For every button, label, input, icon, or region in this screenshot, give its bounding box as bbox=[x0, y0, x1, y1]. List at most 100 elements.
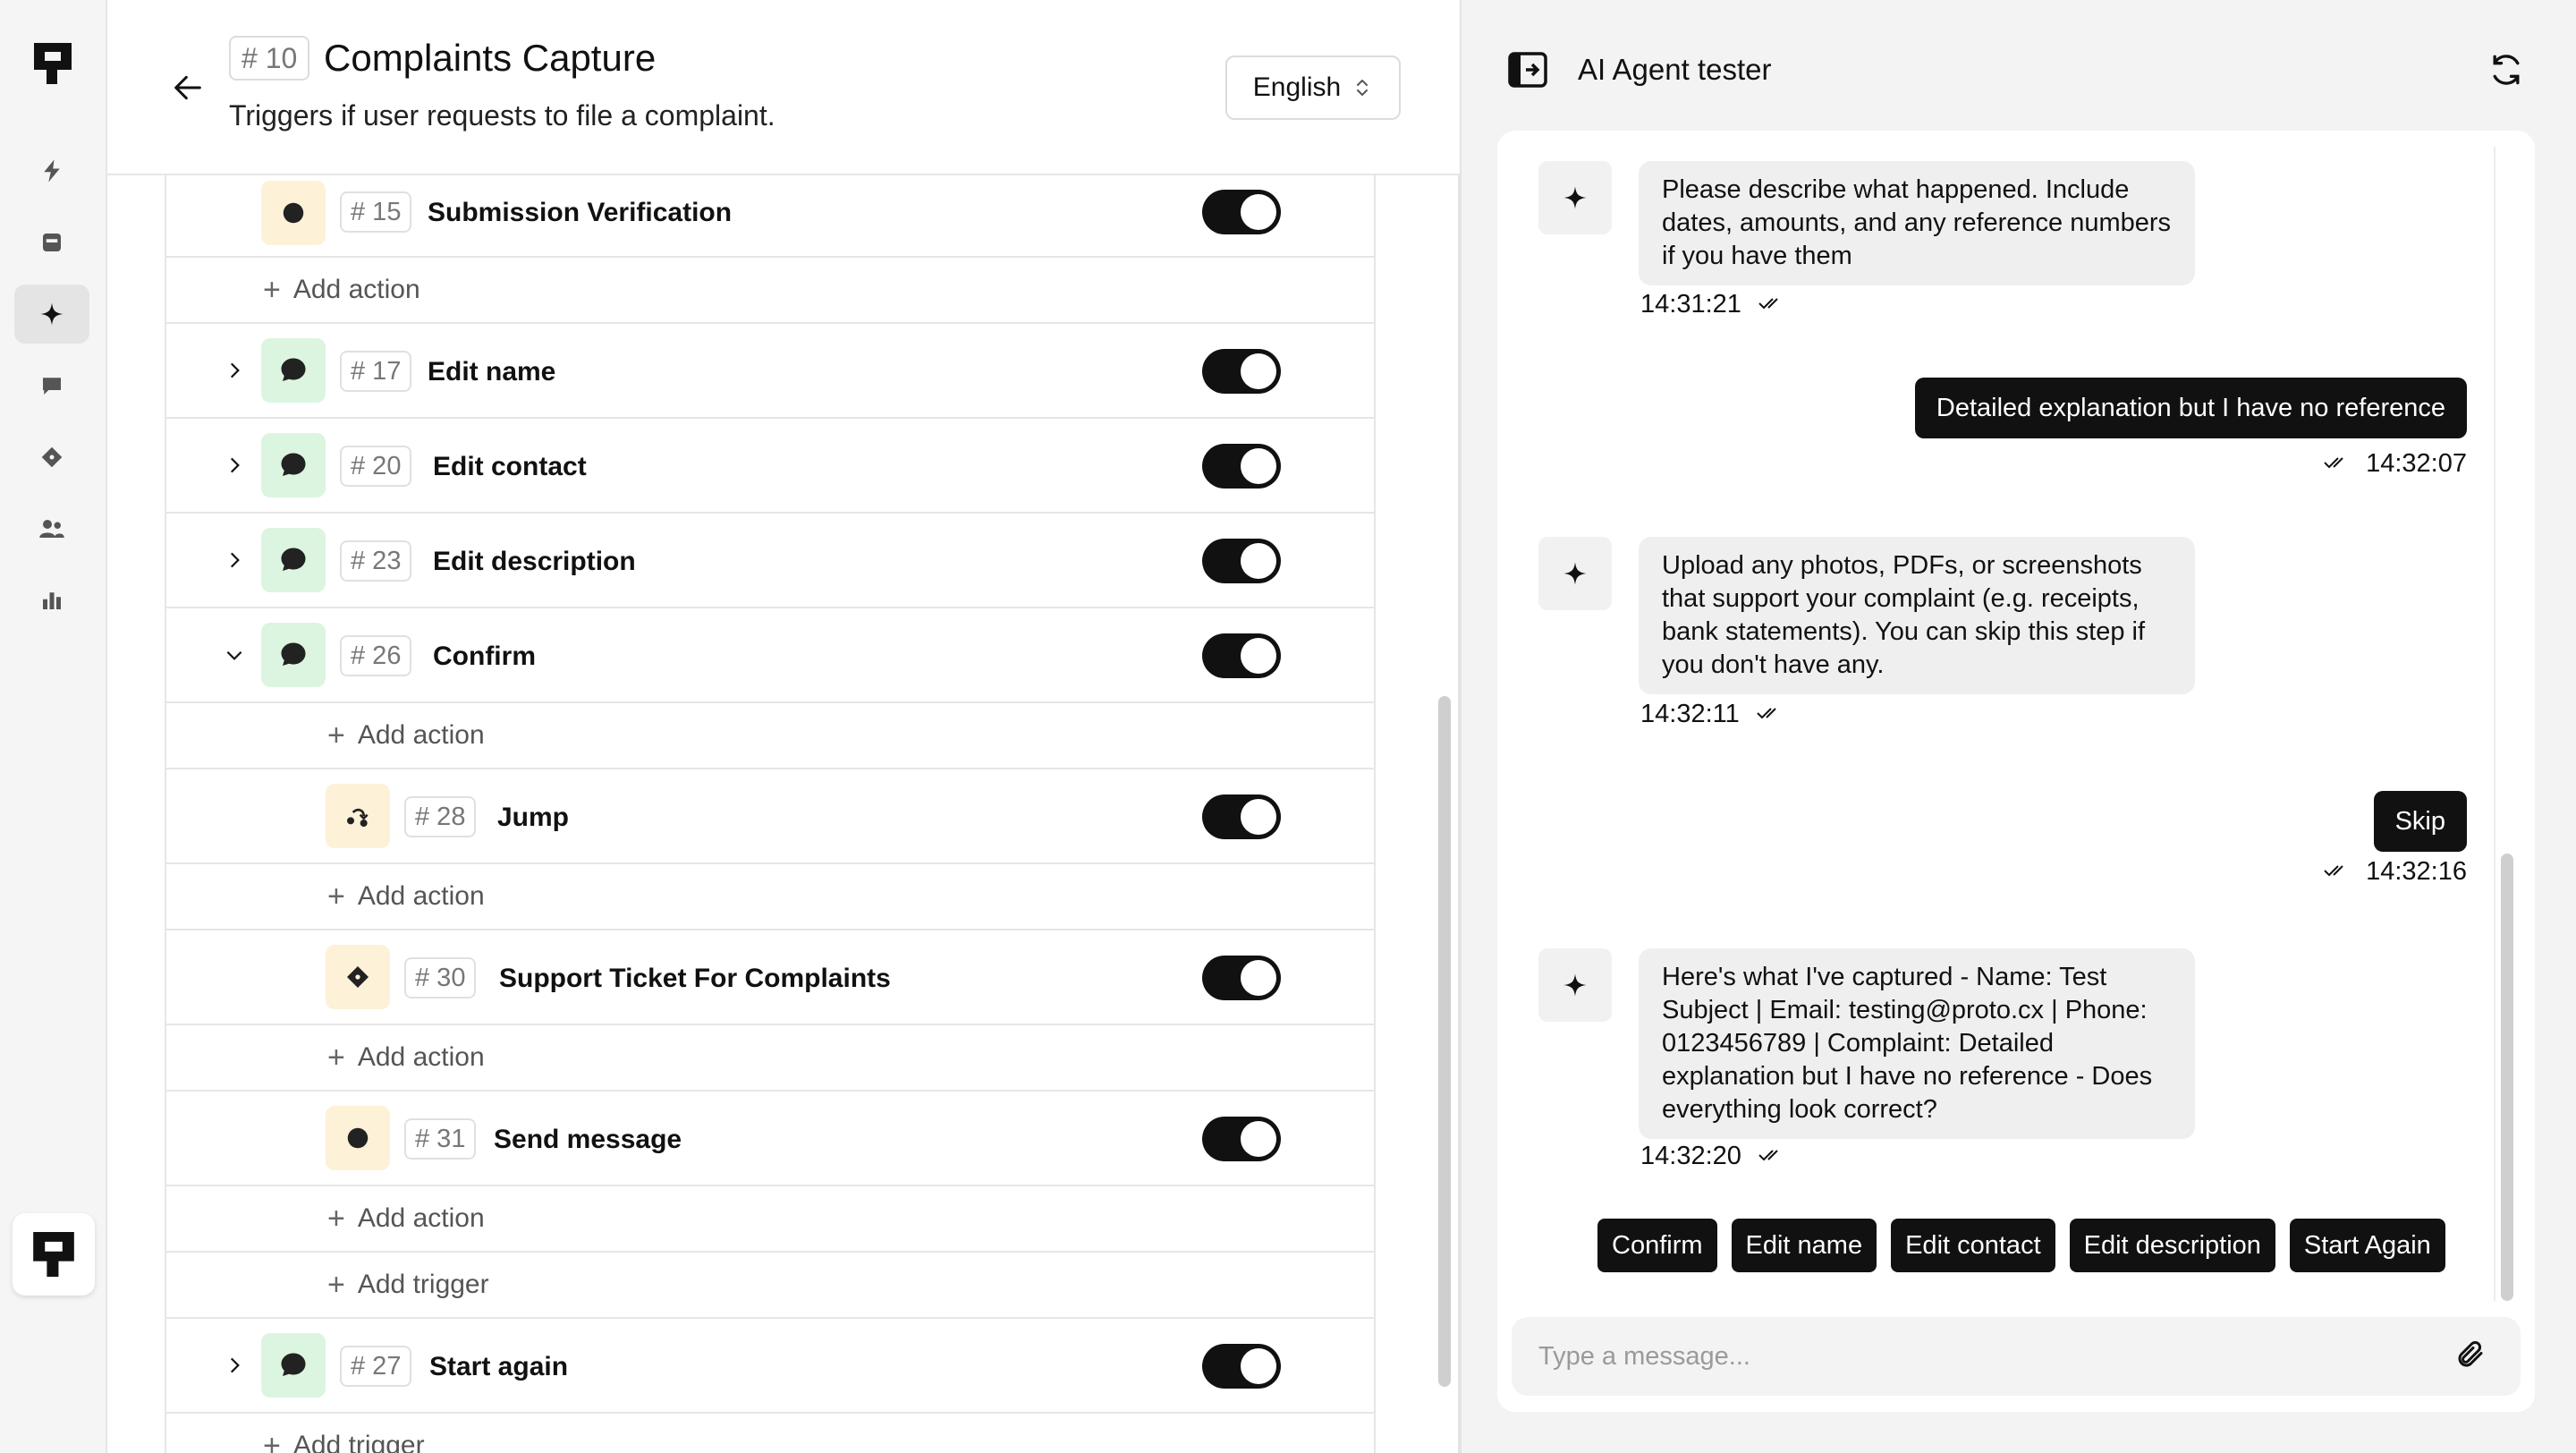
action-number: # 28 bbox=[404, 796, 477, 837]
action-row[interactable]: # 15 Submission Verification bbox=[166, 175, 1374, 258]
quick-reply-start-again[interactable]: Start Again bbox=[2289, 1219, 2445, 1272]
trigger-action-list: # 15 Submission Verification + Add action… bbox=[165, 175, 1376, 1453]
trigger-row[interactable]: # 26 Confirm bbox=[166, 608, 1374, 703]
message-meta: 14:32:20 bbox=[1640, 1140, 1784, 1172]
chat-bubble-icon bbox=[261, 623, 326, 687]
back-button[interactable] bbox=[168, 68, 208, 107]
trigger-number: # 20 bbox=[340, 446, 412, 487]
double-check-icon bbox=[2323, 855, 2350, 888]
trigger-name: Edit description bbox=[433, 547, 636, 576]
add-action-label: Add action bbox=[357, 1042, 485, 1072]
chevron-right-icon[interactable] bbox=[222, 453, 247, 478]
jump-icon bbox=[326, 784, 390, 848]
inbox-icon[interactable] bbox=[14, 213, 89, 272]
ticket-icon bbox=[326, 945, 390, 1009]
add-action-button[interactable]: + Add action bbox=[166, 1186, 1374, 1253]
action-number: # 15 bbox=[340, 191, 412, 233]
trigger-number: # 27 bbox=[340, 1346, 412, 1387]
trigger-row[interactable]: # 20 Edit contact bbox=[166, 419, 1374, 514]
action-row[interactable]: # 28 Jump bbox=[166, 769, 1374, 864]
ai-agent-tester-panel: AI Agent tester Please describe what hap… bbox=[1462, 0, 2576, 1453]
chevron-right-icon[interactable] bbox=[222, 358, 247, 383]
action-number: # 30 bbox=[404, 957, 477, 998]
enable-toggle[interactable] bbox=[1202, 190, 1281, 234]
action-name: Send message bbox=[494, 1125, 682, 1154]
users-icon[interactable] bbox=[14, 499, 89, 558]
trigger-row[interactable]: # 23 Edit description bbox=[166, 514, 1374, 608]
message-input[interactable] bbox=[1538, 1333, 2415, 1380]
double-check-icon bbox=[2323, 447, 2350, 480]
action-row[interactable]: # 31 Send message bbox=[166, 1092, 1374, 1186]
add-action-button[interactable]: + Add action bbox=[166, 703, 1374, 769]
quick-reply-edit-name[interactable]: Edit name bbox=[1731, 1219, 1877, 1272]
message-time: 14:32:20 bbox=[1640, 1142, 1741, 1170]
message-meta: 14:31:21 bbox=[1640, 288, 1784, 320]
paperclip-icon[interactable] bbox=[2454, 1338, 2490, 1374]
trigger-row[interactable]: # 27 Start again bbox=[166, 1319, 1374, 1414]
trigger-name: Edit contact bbox=[433, 452, 587, 481]
page-subtitle: Triggers if user requests to file a comp… bbox=[229, 99, 775, 132]
chat-scrollbar-track bbox=[2494, 147, 2496, 1301]
ai-message: Here's what I've captured - Name: Test S… bbox=[1639, 948, 2195, 1139]
message-icon bbox=[261, 181, 326, 245]
chevron-down-icon[interactable] bbox=[222, 642, 247, 667]
flow-number-badge: # 10 bbox=[229, 36, 310, 81]
message-time: 14:31:21 bbox=[1640, 290, 1741, 319]
enable-toggle[interactable] bbox=[1202, 444, 1281, 489]
bar-chart-icon[interactable] bbox=[14, 571, 89, 630]
message-time: 14:32:07 bbox=[2366, 449, 2467, 478]
panel-toggle-icon[interactable] bbox=[1508, 52, 1547, 88]
trigger-number: # 26 bbox=[340, 635, 412, 676]
enable-toggle[interactable] bbox=[1202, 633, 1281, 678]
add-action-button[interactable]: + Add action bbox=[166, 1025, 1374, 1092]
action-row[interactable]: # 30 Support Ticket For Complaints bbox=[166, 930, 1374, 1025]
quick-reply-edit-contact[interactable]: Edit contact bbox=[1891, 1219, 2055, 1272]
action-name: Jump bbox=[497, 803, 570, 832]
enable-toggle[interactable] bbox=[1202, 1344, 1281, 1389]
ticket-icon[interactable] bbox=[14, 428, 89, 487]
flow-editor: # 10 Complaints Capture Triggers if user… bbox=[107, 0, 1460, 1453]
enable-toggle[interactable] bbox=[1202, 349, 1281, 394]
quick-reply-confirm[interactable]: Confirm bbox=[1597, 1219, 1717, 1272]
add-action-label: Add action bbox=[357, 720, 485, 750]
chevron-right-icon[interactable] bbox=[222, 548, 247, 573]
message-meta: 14:32:16 bbox=[2323, 855, 2467, 888]
trigger-name: Start again bbox=[429, 1352, 569, 1381]
quick-reply-edit-description[interactable]: Edit description bbox=[2069, 1219, 2275, 1272]
ai-sparkle-icon bbox=[1538, 161, 1612, 234]
add-action-label: Add action bbox=[357, 881, 485, 911]
refresh-icon[interactable] bbox=[2487, 50, 2526, 89]
enable-toggle[interactable] bbox=[1202, 956, 1281, 1000]
message-meta: 14:32:07 bbox=[2323, 447, 2467, 480]
sparkle-icon[interactable] bbox=[14, 285, 89, 344]
chat-icon[interactable] bbox=[14, 356, 89, 415]
ai-message: Please describe what happened. Include d… bbox=[1639, 161, 2195, 285]
brand-logo[interactable] bbox=[13, 1213, 95, 1296]
message-composer bbox=[1512, 1317, 2521, 1396]
double-check-icon bbox=[1758, 1140, 1784, 1172]
editor-scrollbar-thumb[interactable] bbox=[1438, 696, 1451, 1387]
message-meta: 14:32:11 bbox=[1640, 698, 1783, 730]
add-action-label: Add action bbox=[292, 275, 420, 304]
trigger-row[interactable]: # 17 Edit name bbox=[166, 324, 1374, 419]
add-trigger-button[interactable]: + Add trigger bbox=[166, 1414, 1374, 1453]
add-trigger-button[interactable]: + Add trigger bbox=[166, 1253, 1374, 1319]
action-number: # 31 bbox=[404, 1118, 477, 1160]
add-action-button[interactable]: + Add action bbox=[166, 864, 1374, 930]
ai-sparkle-icon bbox=[1538, 948, 1612, 1022]
action-name: Support Ticket For Complaints bbox=[499, 964, 891, 993]
language-select[interactable]: English bbox=[1225, 55, 1401, 120]
enable-toggle[interactable] bbox=[1202, 539, 1281, 583]
enable-toggle[interactable] bbox=[1202, 794, 1281, 839]
panel-title: AI Agent tester bbox=[1578, 53, 1772, 86]
chat-scrollbar-thumb[interactable] bbox=[2501, 854, 2513, 1301]
chat-bubble-icon bbox=[261, 1333, 326, 1398]
add-action-button[interactable]: + Add action bbox=[166, 258, 1374, 324]
chevron-right-icon[interactable] bbox=[222, 1353, 247, 1378]
editor-header: # 10 Complaints Capture Triggers if user… bbox=[107, 0, 1460, 175]
chat-window: Please describe what happened. Include d… bbox=[1497, 131, 2535, 1412]
user-message: Skip bbox=[2373, 791, 2467, 852]
brand-logo[interactable] bbox=[34, 43, 72, 84]
enable-toggle[interactable] bbox=[1202, 1117, 1281, 1161]
lightning-icon[interactable] bbox=[14, 141, 89, 200]
